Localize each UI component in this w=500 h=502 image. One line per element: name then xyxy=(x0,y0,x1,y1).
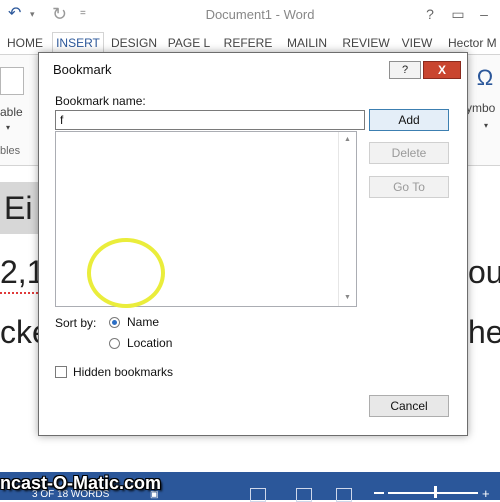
redo-icon[interactable]: ↻ xyxy=(52,4,72,24)
tab-view[interactable]: VIEW xyxy=(398,33,436,53)
help-icon[interactable]: ? xyxy=(389,61,421,79)
sort-name-label[interactable]: Name xyxy=(127,314,187,330)
spelling-squiggle xyxy=(0,288,38,294)
symbol-button-label[interactable]: ymbo xyxy=(466,101,500,117)
bookmark-name-input[interactable] xyxy=(55,110,365,130)
sort-location-label[interactable]: Location xyxy=(127,335,207,351)
dialog-title: Bookmark xyxy=(53,62,112,77)
sort-location-radio[interactable] xyxy=(109,338,120,349)
body-text-line: 2,1 xyxy=(0,254,40,290)
tab-mailings[interactable]: MAILIN xyxy=(282,33,332,53)
body-text-line: he xyxy=(468,314,500,350)
dialog-title-bar[interactable]: Bookmark ? X xyxy=(39,53,467,85)
undo-icon[interactable]: ↶ xyxy=(8,4,28,24)
help-icon[interactable]: ? xyxy=(418,4,442,24)
tab-insert[interactable]: INSERT xyxy=(52,32,104,54)
zoom-out-icon[interactable] xyxy=(374,492,384,494)
chevron-down-icon[interactable]: ▾ xyxy=(484,121,494,133)
sort-name-radio[interactable] xyxy=(109,317,120,328)
cursor-highlight xyxy=(87,238,165,308)
cancel-button[interactable]: Cancel xyxy=(369,395,449,417)
hidden-bookmarks-label[interactable]: Hidden bookmarks xyxy=(73,364,223,380)
user-account[interactable]: Hector M xyxy=(448,33,500,53)
zoom-slider[interactable] xyxy=(388,492,478,494)
list-scrollbar[interactable]: ▲ ▼ xyxy=(338,132,356,306)
watermark: ncast-O-Matic.com xyxy=(0,473,162,493)
zoom-slider-thumb[interactable] xyxy=(434,486,437,498)
customize-qat-icon[interactable]: = xyxy=(80,6,92,22)
add-button[interactable]: Add xyxy=(369,109,449,131)
tab-home[interactable]: HOME xyxy=(4,33,46,53)
zoom-in-icon[interactable]: + xyxy=(482,487,494,500)
bookmark-dialog: Bookmark ? X Bookmark name: ▲ ▼ Add Dele… xyxy=(38,52,468,436)
scroll-down-icon[interactable]: ▼ xyxy=(344,294,352,302)
bookmark-name-label: Bookmark name: xyxy=(55,94,146,108)
sort-by-label: Sort by: xyxy=(55,316,97,330)
hidden-bookmarks-checkbox[interactable] xyxy=(55,366,67,378)
undo-dropdown-icon[interactable]: ▾ xyxy=(30,6,40,22)
window-title: Document1 - Word xyxy=(205,7,315,22)
heading-text: Ei xyxy=(4,190,33,226)
minimize-icon[interactable]: – xyxy=(472,4,496,24)
table-button-label[interactable]: able xyxy=(0,105,40,121)
scroll-up-icon[interactable]: ▲ xyxy=(344,136,352,144)
tab-references[interactable]: REFERE xyxy=(222,33,274,53)
tab-review[interactable]: REVIEW xyxy=(340,33,392,53)
delete-button[interactable]: Delete xyxy=(369,142,449,164)
body-text-line: oul xyxy=(468,254,500,290)
go-to-button[interactable]: Go To xyxy=(369,176,449,198)
title-bar: ↶ ▾ ↻ = Document1 - Word ? ▭ – xyxy=(0,0,500,30)
omega-icon[interactable]: Ω xyxy=(470,63,500,93)
chevron-down-icon[interactable]: ▾ xyxy=(6,123,16,135)
tables-group-label: bles xyxy=(0,145,21,157)
close-icon[interactable]: X xyxy=(423,61,461,79)
tab-design[interactable]: DESIGN xyxy=(108,33,160,53)
body-text-line: cke xyxy=(0,314,40,350)
table-icon[interactable] xyxy=(0,67,24,95)
ribbon-display-icon[interactable]: ▭ xyxy=(446,4,470,24)
tab-page-layout[interactable]: PAGE L xyxy=(164,33,214,53)
